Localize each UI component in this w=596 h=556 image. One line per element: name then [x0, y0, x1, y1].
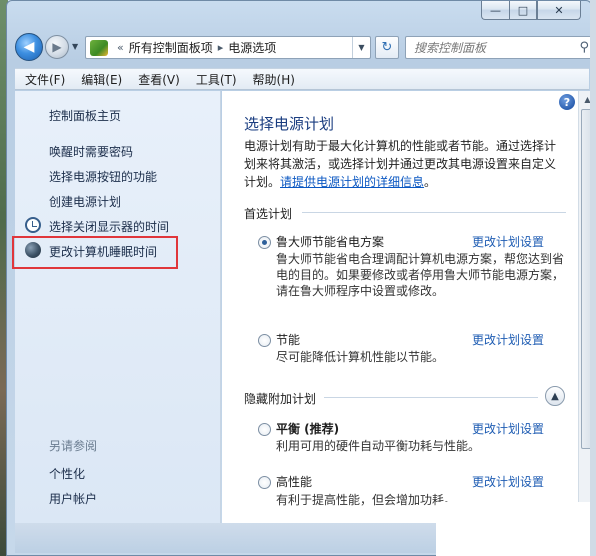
power-plan-details-link[interactable]: 请提供电源计划的详细信息 — [280, 175, 424, 189]
plan-name-balanced[interactable]: 平衡 (推荐) — [276, 420, 339, 437]
plan-name-power-saver[interactable]: 节能 — [276, 331, 300, 348]
require-password-on-wakeup-link[interactable]: 唤醒时需要密码 — [49, 143, 133, 160]
control-panel-home-link[interactable]: 控制面板主页 — [49, 107, 121, 124]
section-divider — [324, 397, 538, 398]
breadcrumb-separator-icon[interactable]: ▸ — [218, 41, 224, 54]
annotation-highlight-box — [12, 236, 178, 269]
plan-name-high-performance[interactable]: 高性能 — [276, 473, 312, 490]
breadcrumb-power-options[interactable]: 电源选项 — [228, 39, 276, 56]
intro-text: 电源计划有助于最大化计算机的性能或者节能。通过选择计划来将其激活，或选择计划并通… — [244, 137, 566, 191]
plan-radio-high-performance[interactable] — [258, 476, 271, 489]
plan-name-ludashi[interactable]: 鲁大师节能省电方案 — [276, 233, 384, 250]
menu-help[interactable]: 帮助(H) — [251, 70, 297, 89]
minimize-button[interactable]: — — [481, 1, 509, 20]
caption-buttons: — □ ✕ — [481, 1, 581, 21]
menu-tools[interactable]: 工具(T) — [194, 70, 239, 89]
change-plan-settings-high-performance[interactable]: 更改计划设置 — [472, 473, 544, 490]
back-button[interactable]: ◀ — [15, 33, 43, 61]
recent-pages-dropdown-icon[interactable]: ▼ — [72, 42, 78, 51]
forward-button[interactable]: ▶ — [45, 35, 69, 59]
section-divider — [302, 212, 566, 213]
create-power-plan-link[interactable]: 创建电源计划 — [49, 193, 121, 210]
user-accounts-link[interactable]: 用户帐户 — [49, 490, 97, 507]
address-bar[interactable]: « 所有控制面板项 ▸ 电源选项 ▼ — [85, 36, 371, 59]
plan-desc-balanced: 利用可用的硬件自动平衡功耗与性能。 — [276, 439, 481, 453]
choose-display-off-time-link[interactable]: 选择关闭显示器的时间 — [49, 218, 169, 235]
page-title: 选择电源计划 — [244, 115, 335, 133]
preferred-plans-heading: 首选计划 — [244, 207, 293, 221]
change-plan-settings-balanced[interactable]: 更改计划设置 — [472, 420, 544, 437]
menu-edit[interactable]: 编辑(E) — [79, 70, 124, 89]
plan-desc-power-saver: 尽可能降低计算机性能以节能。 — [276, 350, 445, 364]
breadcrumb-all-control-panel-items[interactable]: 所有控制面板项 — [129, 39, 213, 56]
task-pane: 控制面板主页 唤醒时需要密码 选择电源按钮的功能 创建电源计划 选择关闭显示器的… — [15, 91, 221, 523]
breadcrumb-overflow[interactable]: « — [117, 41, 124, 54]
menu-view[interactable]: 查看(V) — [136, 70, 182, 89]
navigation-bar: ◀ ▶ ▼ « 所有控制面板项 ▸ 电源选项 ▼ ↻ ⚲ — [15, 33, 595, 63]
menu-bar: 文件(F) 编辑(E) 查看(V) 工具(T) 帮助(H) — [15, 68, 589, 90]
help-icon[interactable]: ? — [559, 94, 575, 110]
close-button[interactable]: ✕ — [537, 1, 581, 20]
personalization-link[interactable]: 个性化 — [49, 465, 85, 482]
image-corner-mask — [436, 502, 596, 556]
plan-radio-ludashi[interactable] — [258, 236, 271, 249]
desktop-edge-right — [590, 0, 596, 556]
plan-radio-power-saver[interactable] — [258, 334, 271, 347]
plan-desc-ludashi: 鲁大师节能省电合理调配计算机电源方案，帮您达到省电的目的。如果要修改或者停用鲁大… — [276, 252, 565, 298]
search-input[interactable] — [414, 40, 574, 55]
address-dropdown-icon[interactable]: ▼ — [352, 37, 370, 58]
intro-tail: 。 — [424, 175, 437, 189]
refresh-button[interactable]: ↻ — [375, 36, 399, 59]
control-panel-icon — [90, 39, 108, 56]
menu-file[interactable]: 文件(F) — [23, 70, 67, 89]
change-plan-settings-power-saver[interactable]: 更改计划设置 — [472, 331, 544, 348]
search-icon[interactable]: ⚲ — [579, 40, 589, 55]
choose-power-button-action-link[interactable]: 选择电源按钮的功能 — [49, 168, 157, 185]
control-panel-window: — □ ✕ ◀ ▶ ▼ « 所有控制面板项 ▸ 电源选项 ▼ ↻ ⚲ 文件(F)… — [6, 0, 595, 556]
hidden-plans-heading: 隐藏附加计划 — [244, 392, 317, 406]
search-box: ⚲ — [405, 36, 595, 59]
maximize-button[interactable]: □ — [509, 1, 537, 20]
collapse-hidden-plans-button[interactable]: ▲ — [545, 386, 565, 406]
change-plan-settings-ludashi[interactable]: 更改计划设置 — [472, 233, 544, 250]
see-also-heading: 另请参阅 — [49, 439, 98, 453]
display-timer-icon — [25, 217, 41, 233]
main-content: ? 选择电源计划 电源计划有助于最大化计算机的性能或者节能。通过选择计划来将其激… — [222, 91, 578, 523]
plan-radio-balanced[interactable] — [258, 423, 271, 436]
